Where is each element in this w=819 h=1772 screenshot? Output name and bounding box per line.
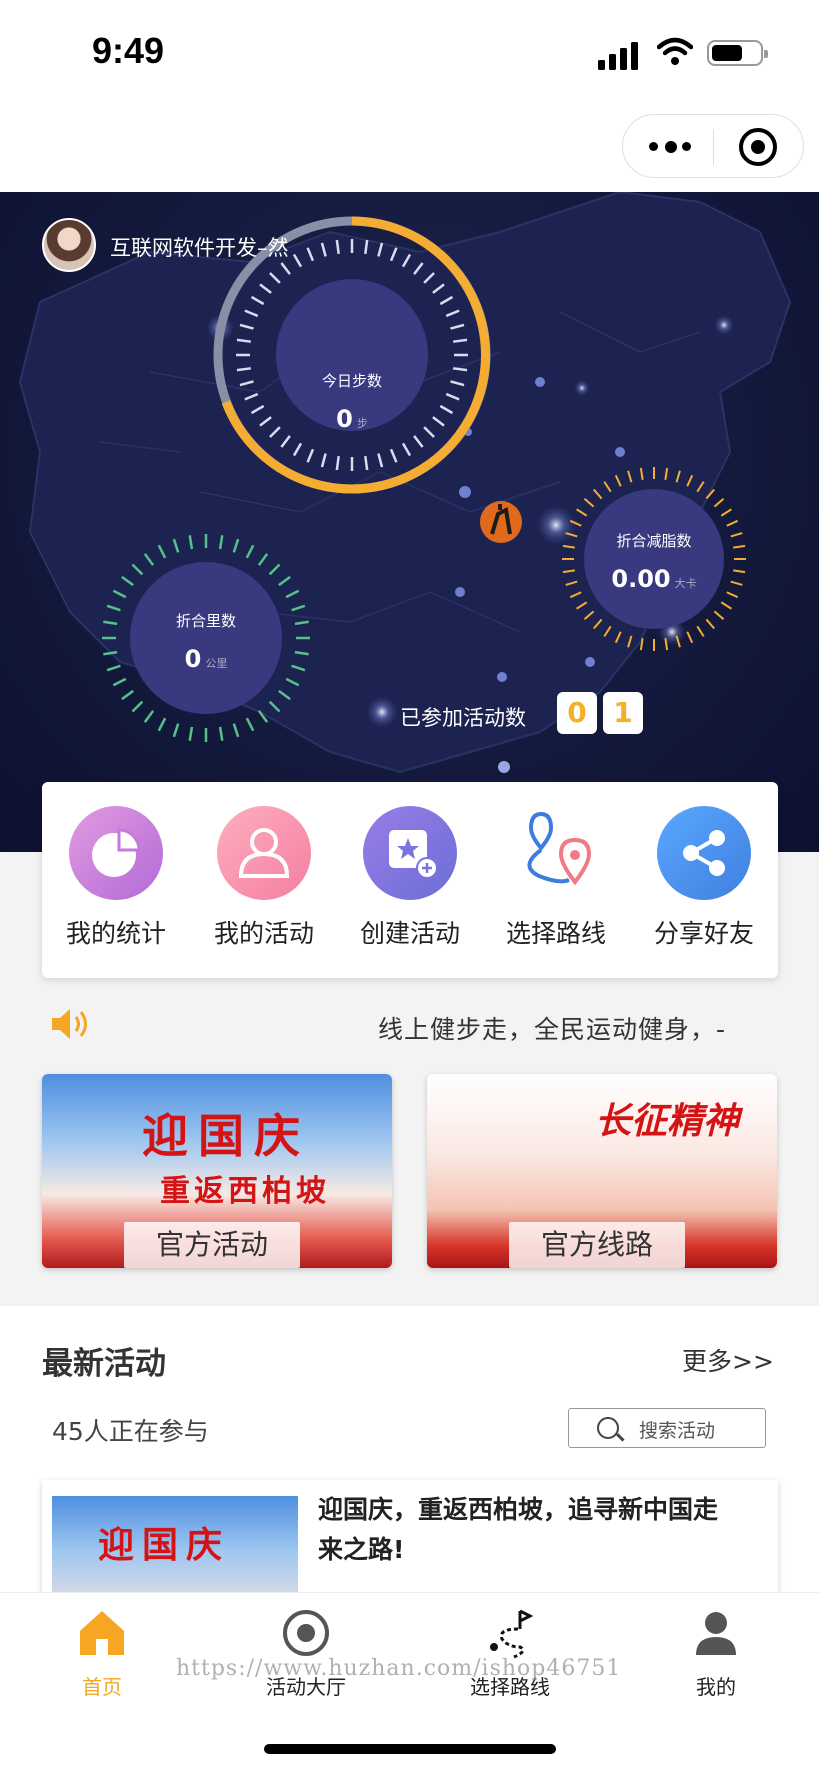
menu-my-stats[interactable]: 我的统计 [56,806,176,950]
tab-select-route[interactable]: 选择路线 [450,1607,570,1700]
menu-label: 创建活动 [359,919,460,948]
china-map-background [18,192,792,774]
watermark-text: https://www.huzhan.com/ishop46751 [176,1656,622,1681]
more-icon[interactable] [649,133,693,161]
share-icon [657,806,751,900]
menu-my-activities[interactable]: 我的活动 [204,806,324,950]
banner-title: 长征精神 [595,1100,740,1142]
menu-label: 我的活动 [213,919,314,948]
user-icon [696,1612,736,1655]
menu-create-activity[interactable]: 创建活动 [350,806,470,950]
nav-bar [0,100,819,192]
people-icon [217,806,311,900]
steps-stat: 今日步数 0步 [292,370,412,433]
hero-stats-panel: 互联网软件开发–然 今日步数 0步 折合里数 0 公里 折合减脂数 0.00 大卡 … [0,192,819,852]
banner-title: 迎国庆 [142,1109,310,1163]
section-title: 最新活动 [42,1346,166,1382]
participant-count: 45人正在参与 [52,1417,209,1446]
joined-activities-label: 已参加活动数 [400,706,526,730]
quick-menu: 我的统计 我的活动 创建活动 选择路线 分享好友 [42,782,778,978]
pie-chart-icon [69,806,163,900]
battery-icon [707,40,768,66]
app-screen: 9:49 互联网软件开发–然 今日步数 0 步 折合里数 0 公里 折合减脂数 … [0,0,819,1772]
banner-label: 官方线路 [509,1222,685,1268]
joined-digit: 0 [557,692,597,734]
user-avatar[interactable] [42,218,96,272]
tab-mine[interactable]: 我的 [656,1607,776,1700]
tab-label: 我的 [696,1675,736,1699]
home-indicator [264,1744,556,1754]
distance-label: 折合里数 [175,612,236,630]
status-time: 9:49 [92,30,165,71]
fat-value: 0.00 大卡 [611,565,697,593]
tab-home[interactable]: 首页 [42,1607,162,1700]
steps-value: 0步 [336,405,368,433]
wifi-icon [657,37,693,65]
latest-activities-section: 最新活动 更多>> 45人正在参与 搜索活动 迎国庆 迎国庆，重返西柏坡，追寻新… [0,1306,819,1620]
route-flag-icon [490,1609,534,1659]
fat-stat: 折合减脂数 0.00 大卡 [594,530,714,593]
target-icon [283,1610,329,1656]
menu-label: 分享好友 [653,919,754,948]
banner-official-activity[interactable]: 迎国庆 重返西柏坡 官方活动 [42,1074,392,1268]
thumbnail-title: 迎国庆 [98,1524,231,1566]
menu-label: 我的统计 [65,919,166,948]
notice-marquee[interactable]: 线上健步走，全民运动健身，- [378,1010,726,1046]
distance-stat: 折合里数 0 公里 [146,610,266,673]
user-name: 互联网软件开发–然 [110,236,289,260]
speaker-icon [52,1009,87,1039]
activity-title: 迎国庆，重返西柏坡，追寻新中国走来之路! [318,1495,719,1564]
tab-activity-hall[interactable]: 活动大厅 [246,1607,366,1700]
joined-digit: 1 [603,692,643,734]
banner-official-route[interactable]: 长征精神 官方线路 [427,1074,777,1268]
miniprogram-capsule [622,114,804,178]
distance-value: 0 公里 [184,645,228,673]
close-target-icon[interactable] [739,128,777,166]
more-link[interactable]: 更多>> [682,1342,774,1378]
tab-label: 首页 [82,1675,122,1699]
cellular-signal-icon [598,42,638,70]
menu-select-route[interactable]: 选择路线 [496,806,616,950]
search-icon [597,1417,625,1442]
home-icon [80,1611,124,1655]
route-pin-icon [509,806,603,900]
menu-label: 选择路线 [505,919,606,948]
banner-label: 官方活动 [124,1222,300,1268]
create-star-icon [363,806,457,900]
fat-label: 折合减脂数 [616,532,692,550]
steps-label: 今日步数 [321,372,382,390]
status-bar: 9:49 [0,0,819,100]
menu-share-friends[interactable]: 分享好友 [644,806,764,950]
search-placeholder: 搜索活动 [639,1420,716,1442]
search-activities-field[interactable]: 搜索活动 [568,1408,766,1448]
banner-subtitle: 重返西柏坡 [160,1174,330,1209]
